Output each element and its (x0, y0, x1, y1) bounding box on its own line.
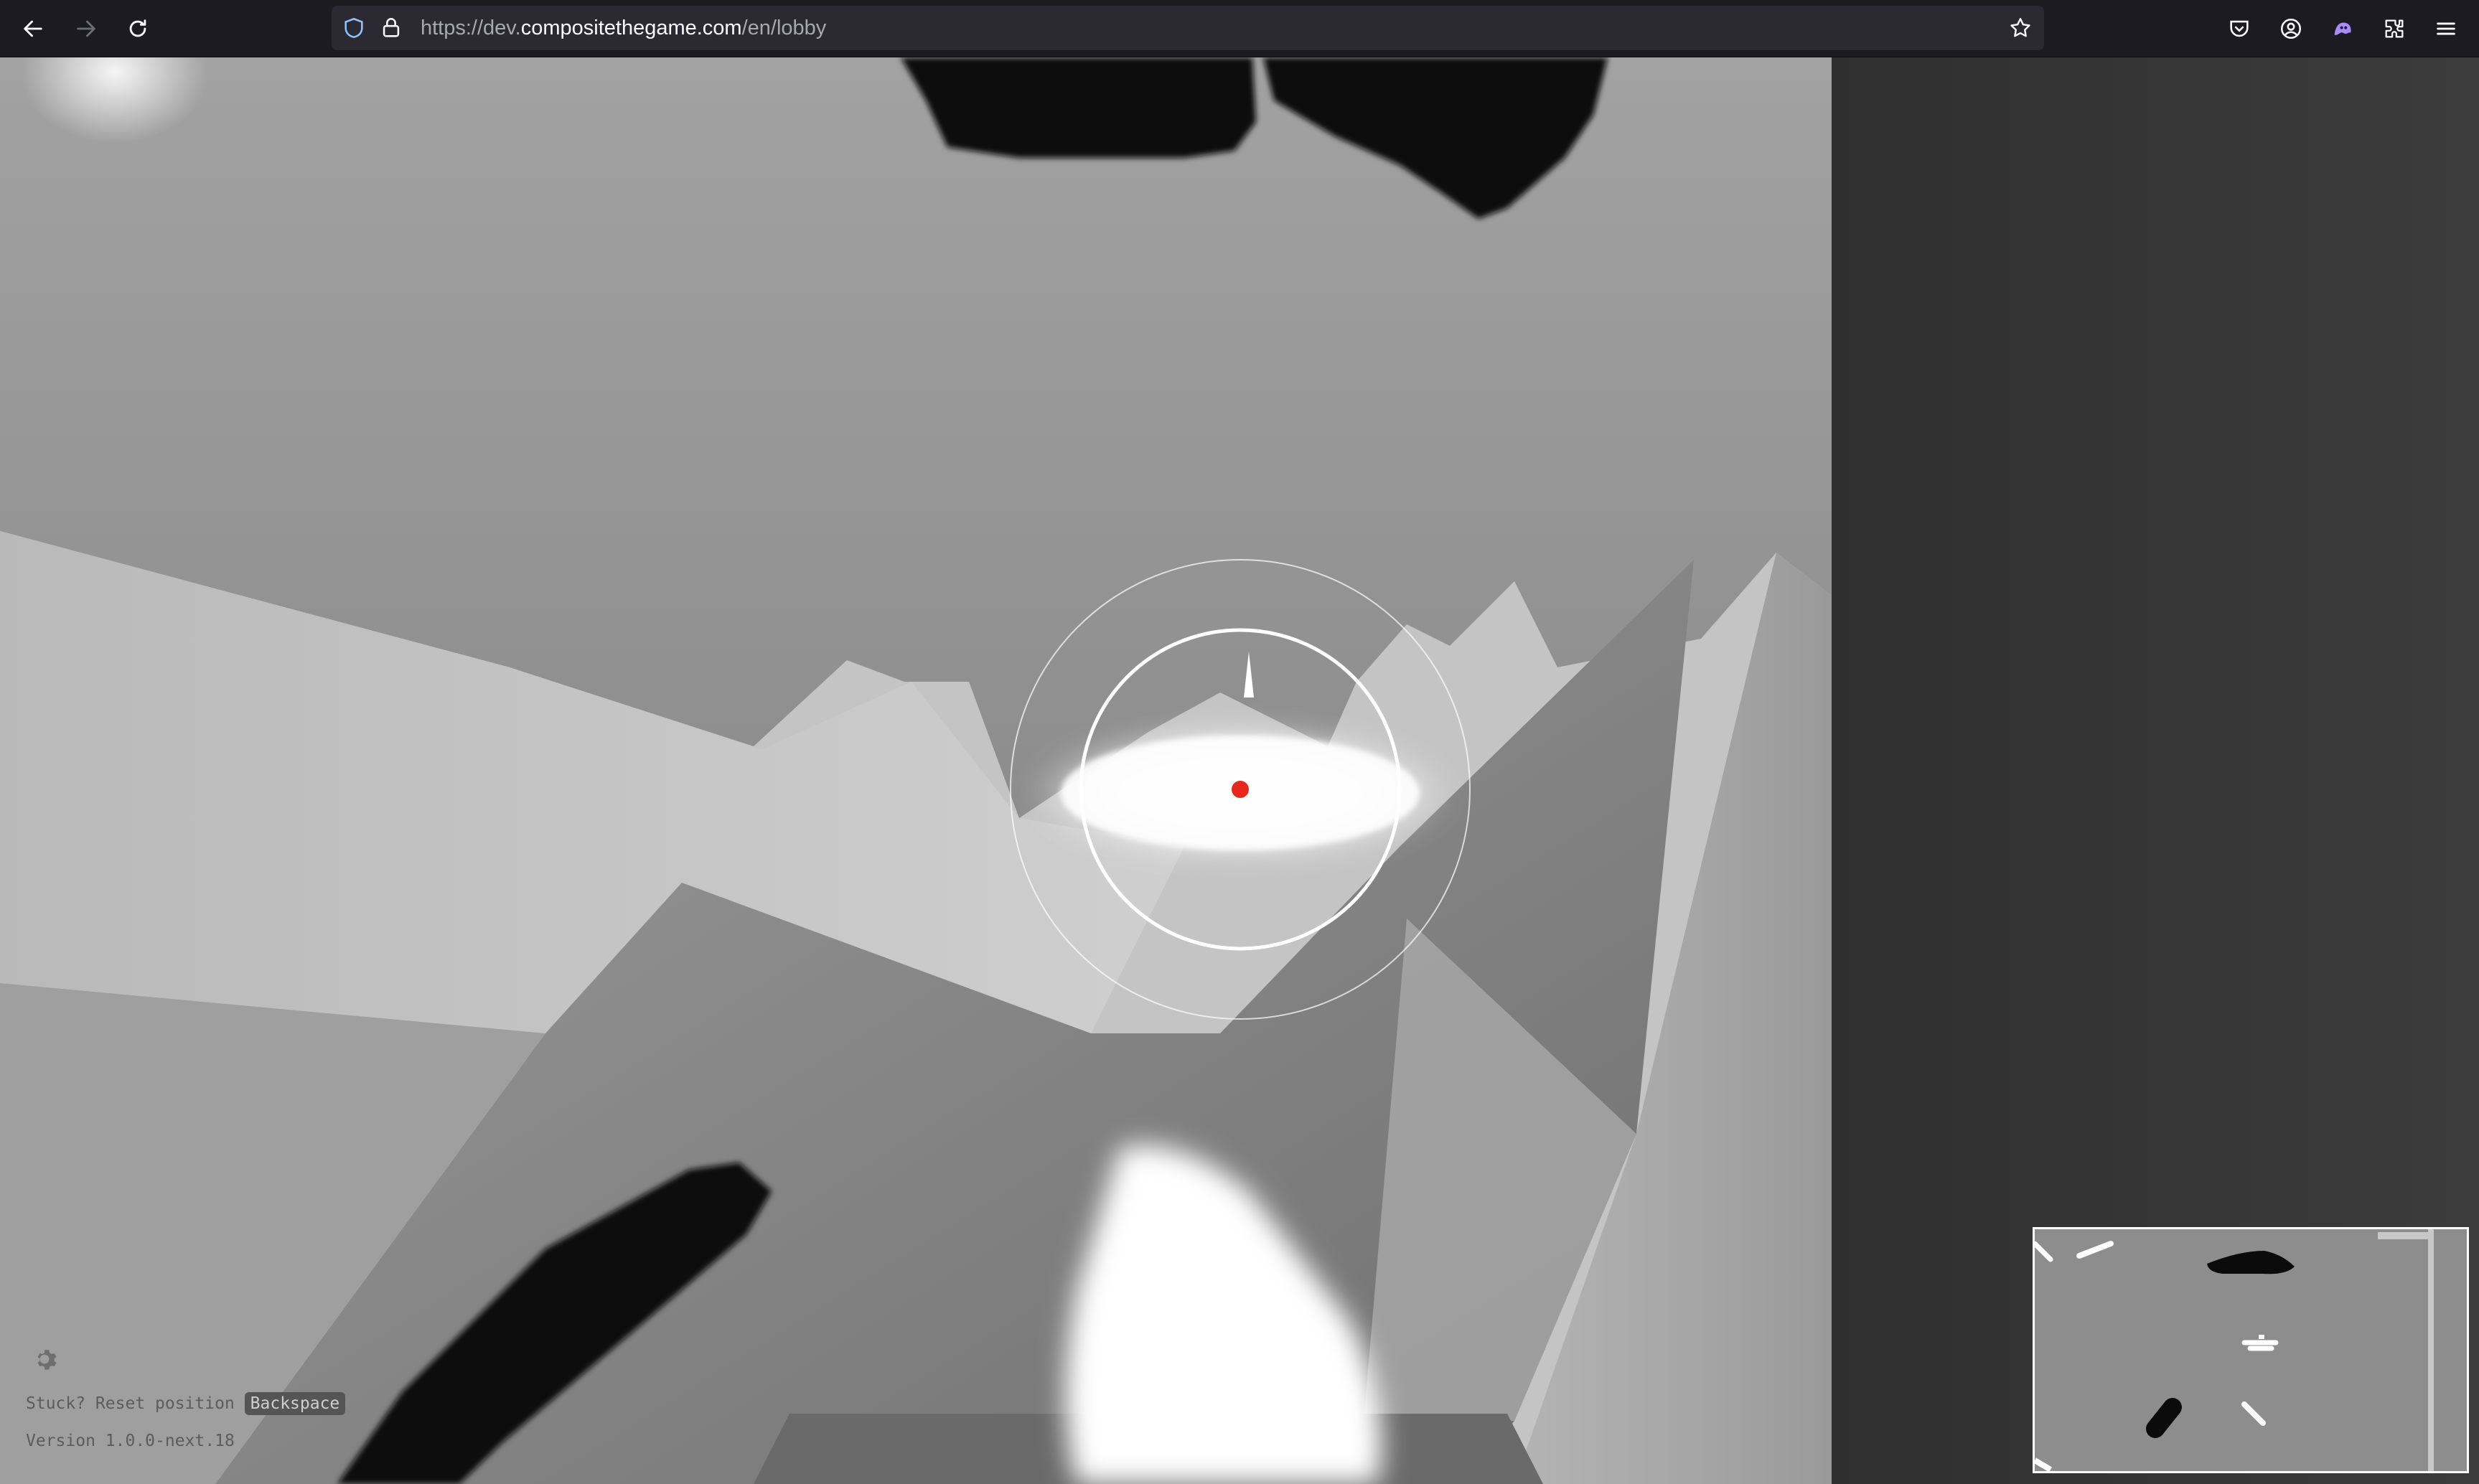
back-arrow-icon (24, 20, 42, 37)
url-scheme: https:// (421, 17, 484, 39)
url-bar[interactable]: https://dev.compositethegame.com/en/lobb… (332, 6, 2044, 50)
pocket-icon (2230, 20, 2249, 37)
menu-icon (2437, 22, 2455, 35)
forward-button[interactable] (67, 10, 105, 47)
puzzle-icon (2385, 19, 2404, 38)
shield-icon[interactable] (342, 16, 366, 40)
browser-toolbar: https://dev.compositethegame.com/en/lobb… (0, 0, 2479, 57)
lock-icon[interactable] (379, 16, 403, 40)
star-icon[interactable] (2008, 16, 2033, 40)
settings-button[interactable] (29, 1343, 60, 1375)
player-dot (1232, 781, 1249, 798)
back-button[interactable] (14, 10, 52, 47)
extension-button[interactable] (2324, 10, 2361, 47)
account-button[interactable] (2272, 10, 2310, 47)
game-scene (0, 57, 1832, 1484)
url-path: /en/lobby (741, 17, 827, 39)
forward-arrow-icon (77, 20, 95, 37)
extension-ghost-icon (2334, 22, 2351, 35)
reload-button[interactable] (119, 10, 156, 47)
url-subdomain: dev. (483, 17, 521, 39)
dark-blob-top-left (901, 57, 1256, 158)
reset-hint: Stuck? Reset position Backspace (26, 1392, 346, 1415)
gear-icon (37, 1350, 57, 1370)
extensions-button[interactable] (2376, 10, 2413, 47)
minimap[interactable] (2033, 1227, 2469, 1473)
minimap-scene (2035, 1229, 2467, 1471)
minimap-wall (2428, 1229, 2434, 1471)
reset-hint-text: Stuck? Reset position (26, 1394, 235, 1413)
url-domain: compositethegame.com (520, 17, 742, 39)
version-label: Version 1.0.0-next.18 (26, 1432, 235, 1450)
reset-key-badge[interactable]: Backspace (244, 1392, 346, 1415)
account-icon (2280, 18, 2302, 39)
game-canvas[interactable]: Stuck? Reset position Backspace Version … (0, 57, 1832, 1484)
app-menu-button[interactable] (2427, 10, 2465, 47)
url-text[interactable]: https://dev.compositethegame.com/en/lobb… (421, 6, 826, 50)
pocket-button[interactable] (2221, 10, 2258, 47)
reload-icon (129, 19, 146, 37)
